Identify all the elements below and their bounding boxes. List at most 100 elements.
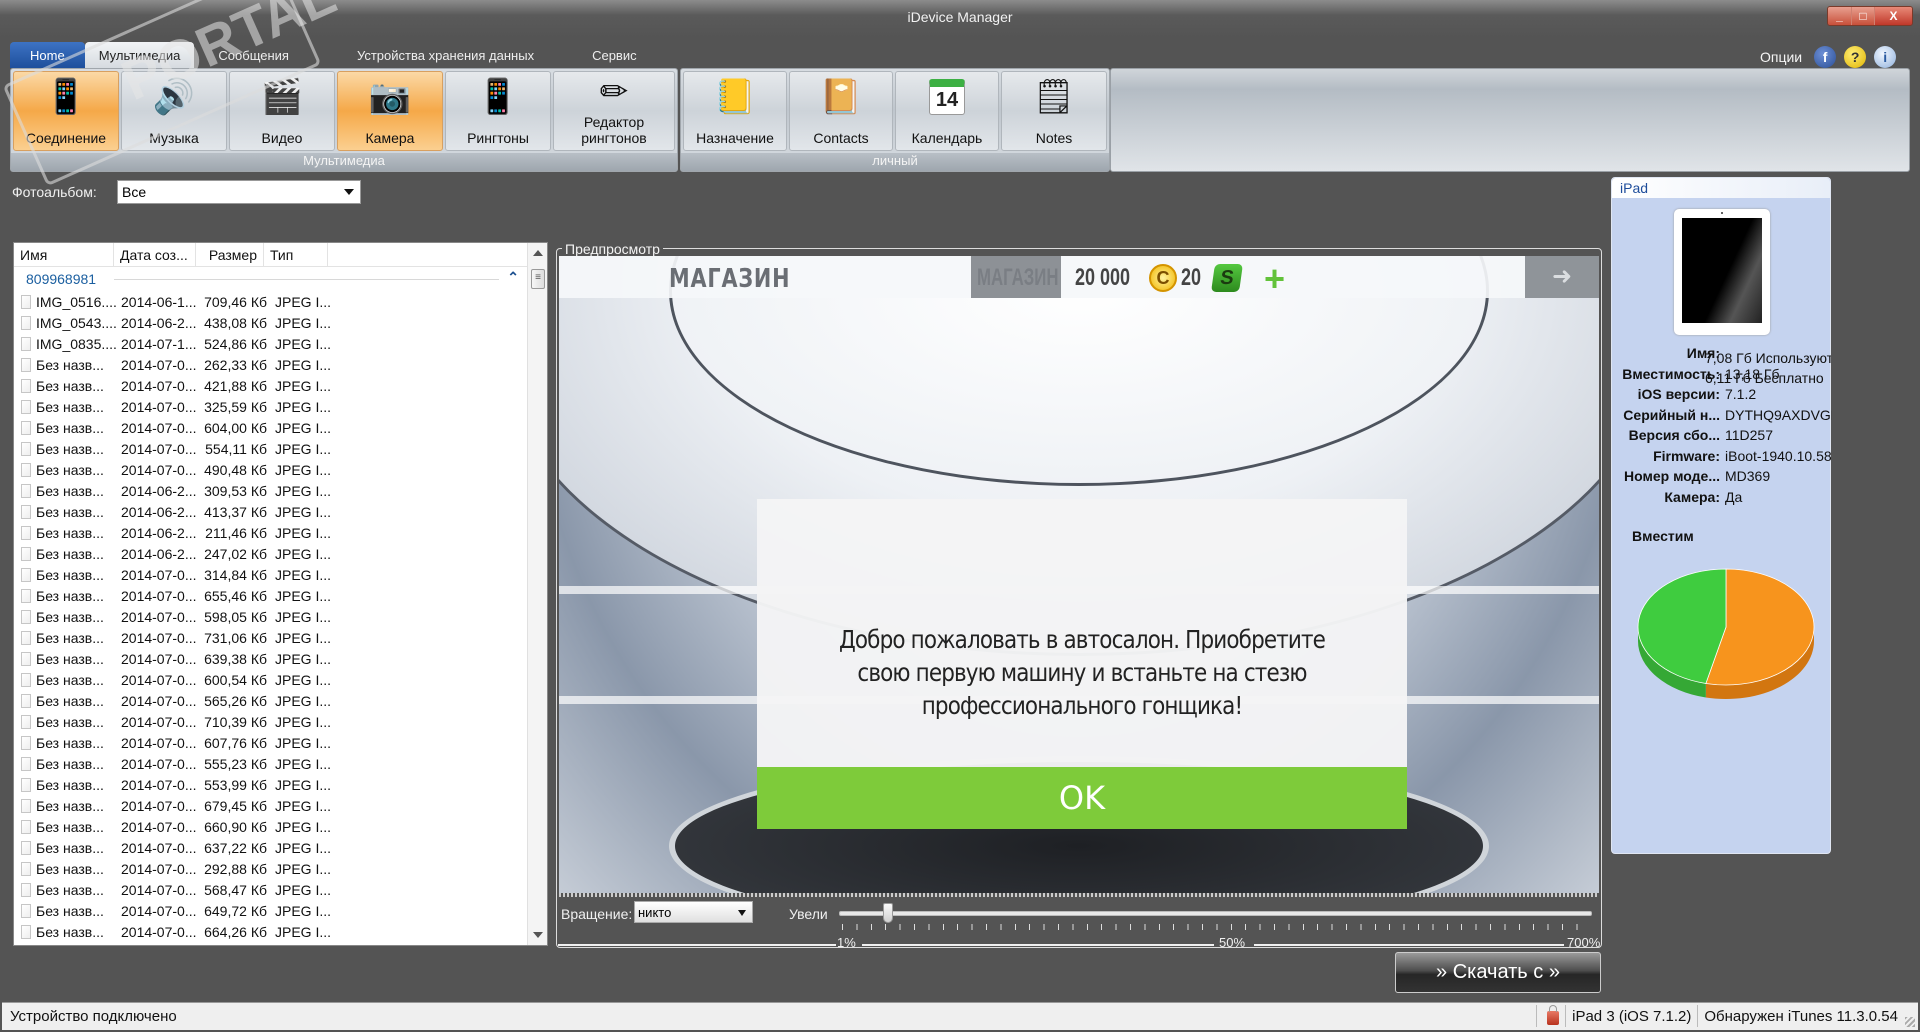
- file-row[interactable]: Без назв... 2014-07-0... 568,47 Кб JPEG I..…: [14, 879, 529, 900]
- file-name: Без назв...: [36, 482, 104, 499]
- file-row[interactable]: Без назв... 2014-07-0... 555,23 Кб JPEG I..…: [14, 753, 529, 774]
- file-row[interactable]: Без назв... 2014-06-2... 211,46 Кб JPEG I..…: [14, 522, 529, 543]
- file-type: JPEG I...: [275, 524, 332, 541]
- file-row[interactable]: Без назв... 2014-07-0... 554,11 Кб JPEG I..…: [14, 438, 529, 459]
- phone-connect-icon: 📱: [44, 78, 88, 116]
- file-icon: [21, 294, 31, 309]
- scroll-up-icon[interactable]: [533, 250, 543, 256]
- file-row[interactable]: Без назв... 2014-07-0... 664,26 Кб JPEG I..…: [14, 921, 529, 942]
- maximize-button[interactable]: □: [1851, 7, 1874, 25]
- file-row[interactable]: Без назв... 2014-07-0... 314,84 Кб JPEG I..…: [14, 564, 529, 585]
- zoom-slider-thumb[interactable]: [882, 903, 893, 923]
- file-row[interactable]: Без назв... 2014-07-0... 637,22 Кб JPEG I..…: [14, 837, 529, 858]
- rotation-dropdown[interactable]: никто: [634, 901, 753, 923]
- scroll-thumb[interactable]: ≡: [531, 269, 545, 289]
- file-row[interactable]: Без назв... 2014-07-0... 553,99 Кб JPEG I..…: [14, 774, 529, 795]
- preview-label: Предпросмотр: [562, 241, 663, 257]
- file-name: Без назв...: [36, 419, 104, 436]
- file-row[interactable]: Без назв... 2014-07-0... 639,38 Кб JPEG I..…: [14, 648, 529, 669]
- file-row[interactable]: Без назв... 2014-07-0... 649,72 Кб JPEG I..…: [14, 900, 529, 921]
- notepad-icon: 🗒: [1032, 78, 1076, 116]
- tab-home[interactable]: Home: [10, 42, 85, 68]
- file-list-scrollbar[interactable]: ≡: [527, 243, 547, 945]
- file-row[interactable]: Без назв... 2014-06-2... 413,37 Кб JPEG I..…: [14, 501, 529, 522]
- download-button[interactable]: » Скачать с »: [1395, 952, 1601, 993]
- tab-storage-devices[interactable]: Устройства хранения данных: [313, 42, 578, 68]
- file-row[interactable]: Без назв... 2014-07-0... 421,88 Кб JPEG I..…: [14, 375, 529, 396]
- file-date: 2014-07-0...: [121, 419, 197, 436]
- tab-service[interactable]: Сервис: [578, 42, 651, 68]
- file-type: JPEG I...: [275, 797, 332, 814]
- ribbon-button-camera[interactable]: 📷 Камера: [337, 71, 443, 151]
- file-row[interactable]: Без назв... 2014-06-2... 247,02 Кб JPEG I..…: [14, 543, 529, 564]
- file-size: 664,26 Кб: [204, 923, 267, 940]
- column-date[interactable]: Дата соз...: [114, 243, 196, 267]
- column-type[interactable]: Тип: [264, 243, 328, 267]
- tab-messages[interactable]: Сообщения: [194, 42, 313, 68]
- collapse-chevron-icon[interactable]: ⌃: [507, 269, 519, 286]
- device-field: iOS версии: 7.1.2: [1612, 386, 1832, 406]
- scroll-down-icon[interactable]: [533, 932, 543, 938]
- album-dropdown[interactable]: Все: [117, 180, 361, 204]
- file-row[interactable]: Без назв... 2014-07-0... 679,45 Кб JPEG I..…: [14, 795, 529, 816]
- file-row[interactable]: Без назв... 2014-07-0... 598,05 Кб JPEG I..…: [14, 606, 529, 627]
- file-row[interactable]: Без назв... 2014-07-0... 710,39 Кб JPEG I..…: [14, 711, 529, 732]
- ribbon-button-notes[interactable]: 🗒 Notes: [1001, 71, 1107, 151]
- device-field-value: 7.1.2: [1725, 386, 1757, 402]
- facebook-icon[interactable]: f: [1814, 46, 1837, 68]
- minimize-button[interactable]: _: [1828, 7, 1851, 25]
- ribbon-button-connection[interactable]: 📱 Соединение: [13, 71, 119, 151]
- file-name: Без назв...: [36, 839, 104, 856]
- file-row[interactable]: Без назв... 2014-07-0... 655,46 Кб JPEG I..…: [14, 585, 529, 606]
- zoom-scale-line: [862, 944, 1214, 946]
- info-icon[interactable]: i: [1874, 46, 1897, 68]
- file-row[interactable]: Без назв... 2014-06-2... 309,53 Кб JPEG I..…: [14, 480, 529, 501]
- ribbon-button-ringtone-editor[interactable]: ✏ Редактор рингтонов: [553, 71, 675, 151]
- file-row[interactable]: Без назв... 2014-07-0... 607,76 Кб JPEG I..…: [14, 732, 529, 753]
- ribbon-button-assignment[interactable]: 📒 Назначение: [683, 71, 787, 151]
- file-row[interactable]: IMG_0543.... 2014-06-2... 438,08 Кб JPEG I.…: [14, 312, 529, 333]
- ribbon-empty-area: [1110, 68, 1910, 172]
- file-row[interactable]: IMG_0835.... 2014-07-1... 524,86 Кб JPEG I.…: [14, 333, 529, 354]
- file-row[interactable]: Без назв... 2014-07-0... 731,06 Кб JPEG I..…: [14, 627, 529, 648]
- file-row[interactable]: Без назв... 2014-07-0... 660,90 Кб JPEG I..…: [14, 816, 529, 837]
- zoom-slider-track[interactable]: [839, 911, 1592, 916]
- file-list[interactable]: Имя Дата соз... Размер Тип 809968981 ⌃ I…: [13, 242, 548, 946]
- capacity-pie-chart: [1637, 568, 1815, 699]
- ribbon-button-contacts[interactable]: 📔 Contacts: [789, 71, 893, 151]
- file-row[interactable]: Без назв... 2014-07-0... 600,54 Кб JPEG I..…: [14, 669, 529, 690]
- column-name[interactable]: Имя: [14, 243, 114, 267]
- file-row[interactable]: Без назв... 2014-07-0... 604,00 Кб JPEG I..…: [14, 417, 529, 438]
- options-button[interactable]: Опции: [1760, 49, 1802, 65]
- file-row[interactable]: IMG_0516.... 2014-06-1... 709,46 Кб JPEG I.…: [14, 291, 529, 312]
- file-icon: [21, 420, 31, 435]
- file-row[interactable]: Без назв... 2014-07-0... 565,26 Кб JPEG I..…: [14, 690, 529, 711]
- file-size: 655,46 Кб: [204, 587, 267, 604]
- file-group-header[interactable]: 809968981 ⌃: [14, 269, 529, 289]
- capacity-used: 7,08 Гб Используют: [1705, 350, 1831, 366]
- file-row[interactable]: Без назв... 2014-07-0... 490,48 Кб JPEG I..…: [14, 459, 529, 480]
- file-date: 2014-07-0...: [121, 650, 197, 667]
- ribbon-button-ringtones[interactable]: 📱 Рингтоны: [445, 71, 551, 151]
- ribbon-button-music[interactable]: 🔊 Музыка: [121, 71, 227, 151]
- file-icon: [21, 651, 31, 666]
- close-button[interactable]: X: [1874, 7, 1912, 25]
- device-field-value: 11D257: [1725, 427, 1774, 443]
- column-size[interactable]: Размер: [196, 243, 264, 267]
- ipad-screen: [1682, 218, 1762, 323]
- file-icon: [21, 441, 31, 456]
- ribbon-button-video[interactable]: 🎬 Видео: [229, 71, 335, 151]
- resize-grip[interactable]: [1905, 1017, 1915, 1027]
- file-row[interactable]: Без назв... 2014-07-0... 292,88 Кб JPEG I..…: [14, 858, 529, 879]
- file-row[interactable]: Без назв... 2014-07-0... 325,59 Кб JPEG I..…: [14, 396, 529, 417]
- help-icon[interactable]: ?: [1844, 46, 1867, 68]
- file-row[interactable]: Без назв... 2014-07-0... 262,33 Кб JPEG I..…: [14, 354, 529, 375]
- file-icon: [21, 588, 31, 603]
- tab-multimedia[interactable]: Мультимедиа: [84, 42, 195, 68]
- gem-icon: S: [1211, 264, 1243, 292]
- file-type: JPEG I...: [275, 608, 332, 625]
- preview-splitter[interactable]: [559, 893, 1599, 897]
- window-title: iDevice Manager: [907, 9, 1013, 25]
- file-size: 649,72 Кб: [204, 902, 267, 919]
- ribbon-button-calendar[interactable]: 14 Календарь: [895, 71, 999, 151]
